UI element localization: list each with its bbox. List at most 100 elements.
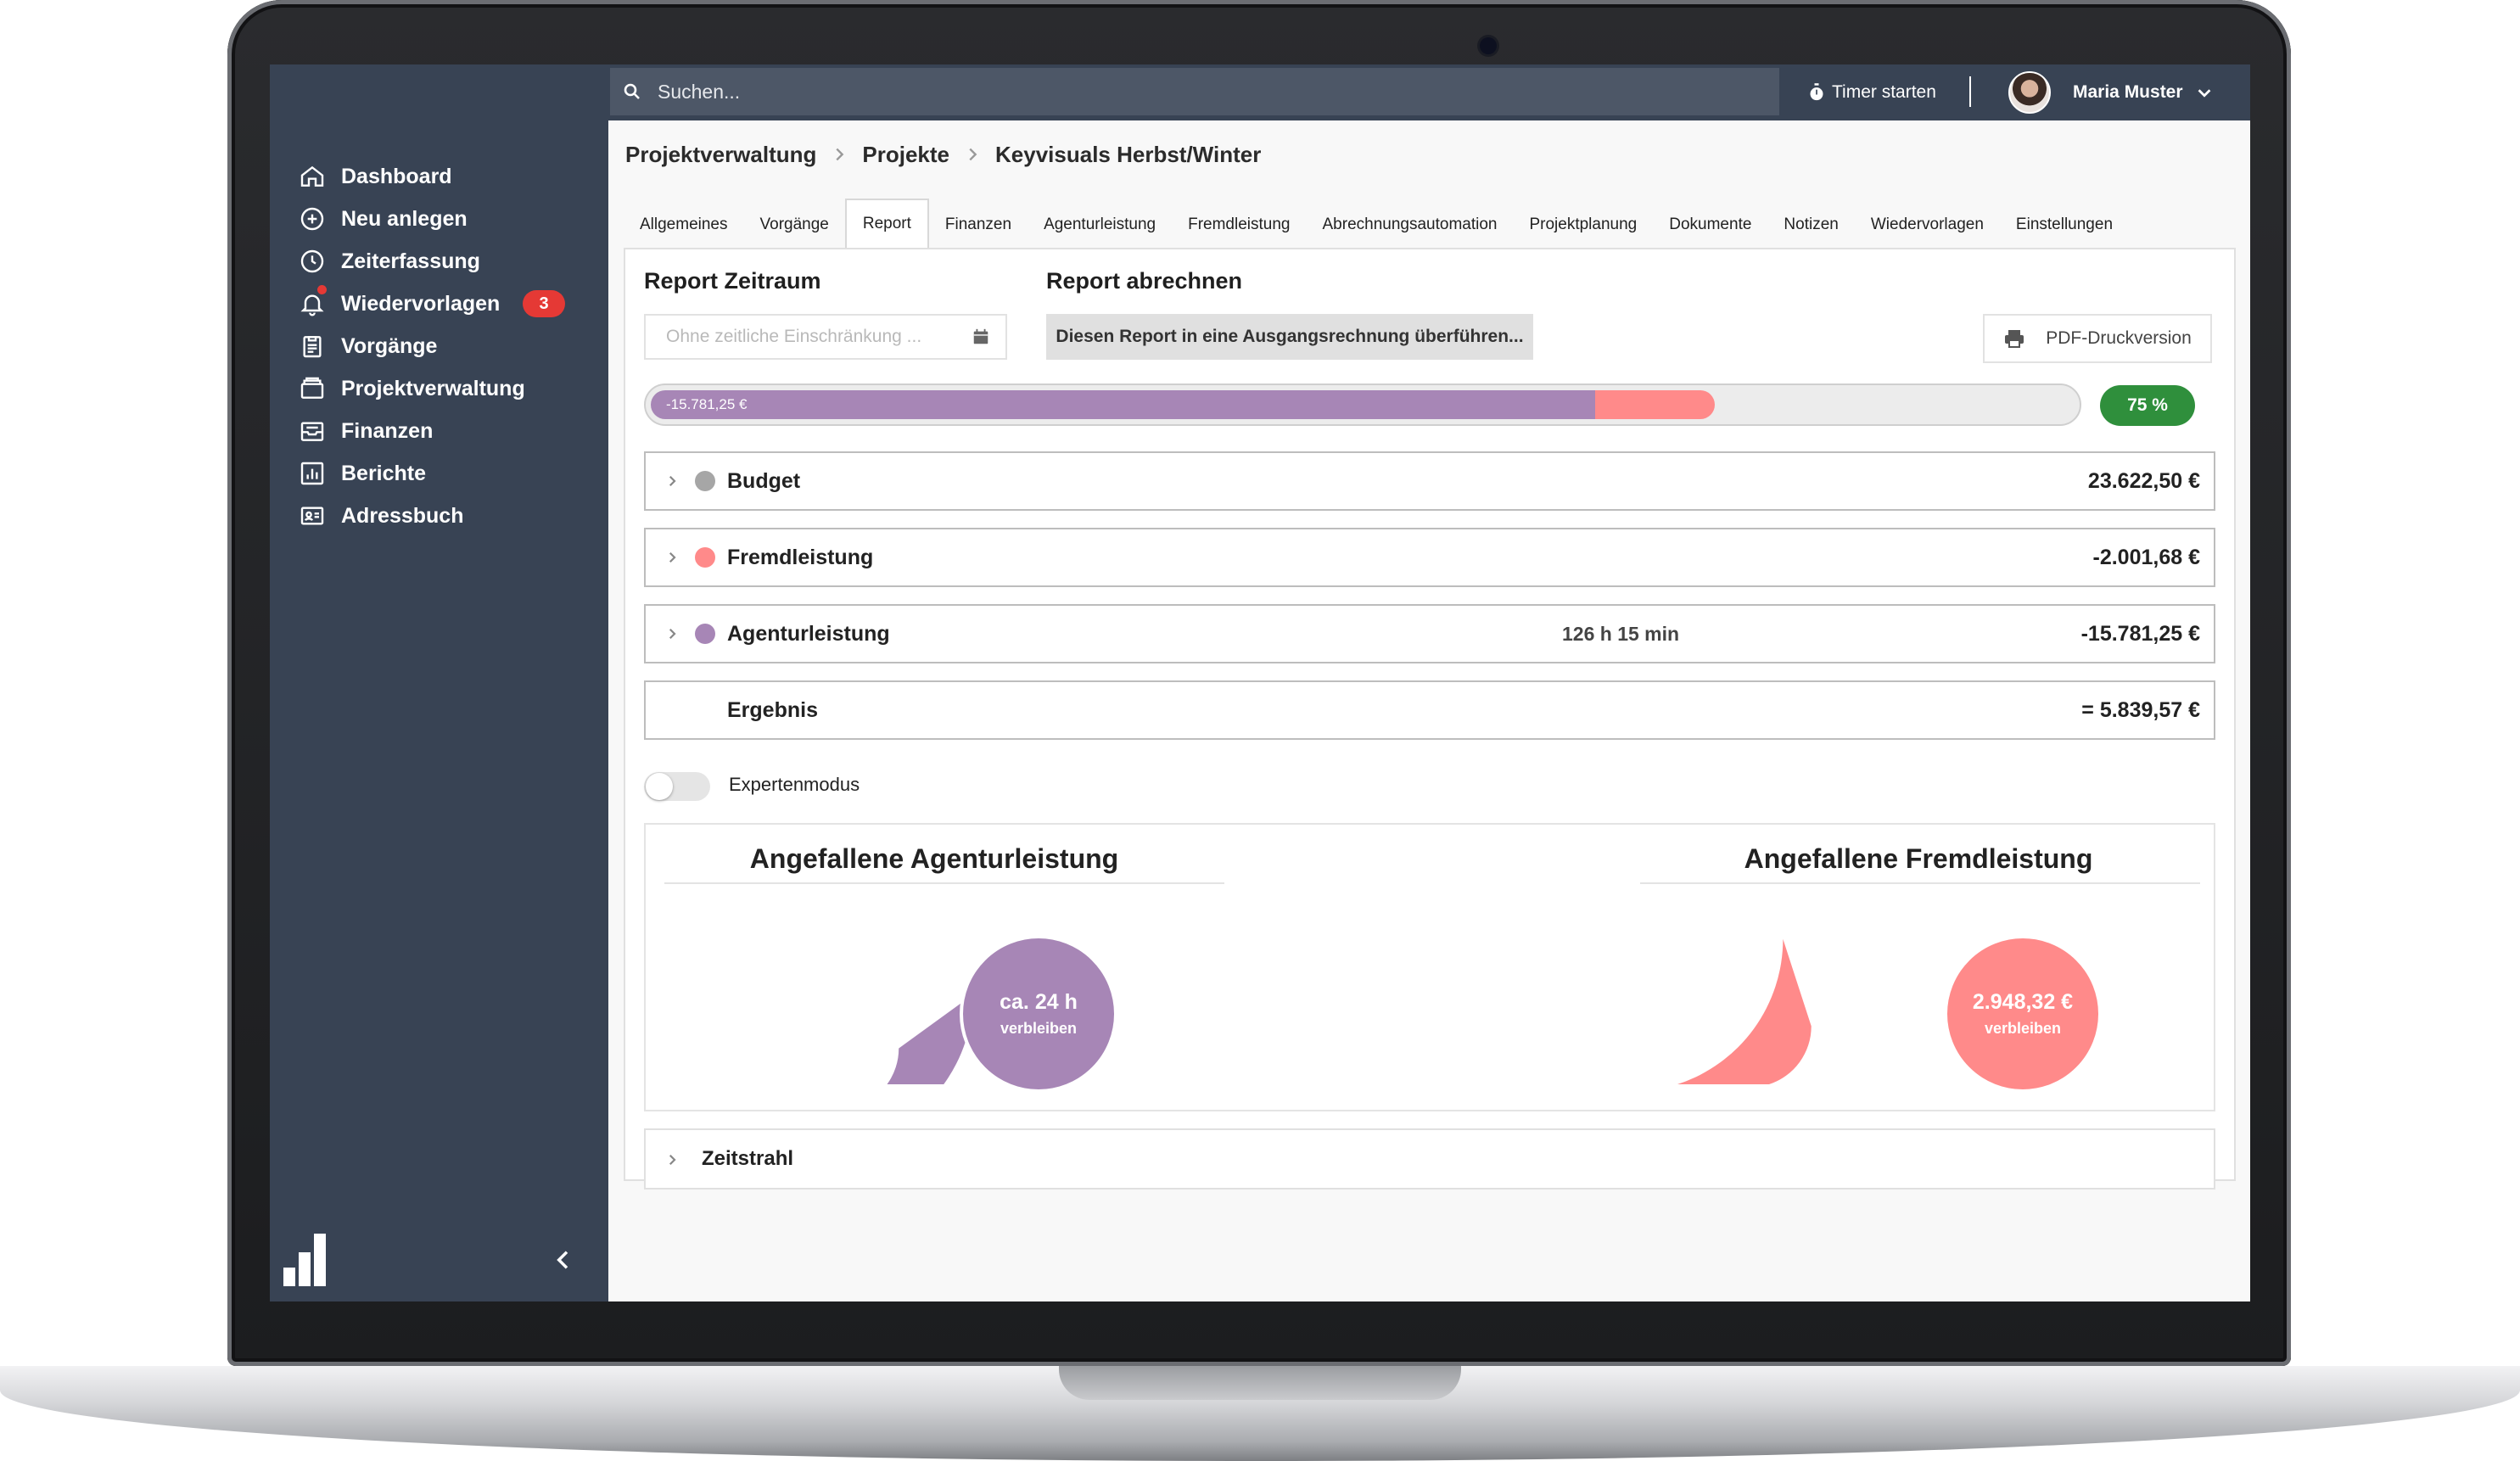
search-bar[interactable]	[610, 68, 1779, 115]
zeitstrahl-row[interactable]: Zeitstrahl	[644, 1128, 2215, 1190]
sidebar-item-label: Berichte	[341, 461, 427, 485]
chevron-right-icon[interactable]	[664, 473, 680, 489]
sidebar-item-label: Vorgänge	[341, 333, 438, 358]
breadcrumb-projektverwaltung[interactable]: Projektverwaltung	[625, 142, 816, 168]
app-logo	[283, 1234, 326, 1286]
agenturleistung-hours: 126 h 15 min	[1562, 622, 1680, 645]
agenturleistung-value: -15.781,25 €	[2080, 621, 2200, 646]
fremdleistung-label: Fremdleistung	[727, 545, 874, 569]
tab-fremdleistung[interactable]: Fremdleistung	[1172, 202, 1306, 248]
tab-agenturleistung[interactable]: Agenturleistung	[1028, 202, 1172, 248]
chevron-right-icon[interactable]	[664, 626, 680, 641]
sidebar-item-label: Wiedervorlagen	[341, 291, 501, 316]
chevron-right-icon[interactable]	[664, 550, 680, 565]
tab-wiedervorlagen[interactable]: Wiedervorlagen	[1855, 202, 2000, 248]
sidebar-item-zeiterfassung[interactable]: Zeiterfassung	[299, 241, 480, 282]
breadcrumb-projekte[interactable]: Projekte	[862, 142, 949, 168]
sidebar-item-finanzen[interactable]: Finanzen	[299, 411, 433, 451]
report-panel: Report Zeitraum Report abrechnen Diesen …	[624, 248, 2236, 1190]
tab-allgemeines[interactable]: Allgemeines	[624, 202, 744, 248]
expertenmodus-toggle[interactable]	[644, 772, 710, 801]
percent-badge: 75 %	[2100, 385, 2195, 426]
agentur-remaining-caption: verbleiben	[1000, 1020, 1078, 1037]
sidebar-item-label: Neu anlegen	[341, 206, 468, 231]
expertenmodus-label: Expertenmodus	[729, 774, 860, 795]
agenturleistung-row[interactable]: Agenturleistung 126 h 15 min -15.781,25 …	[644, 604, 2215, 663]
zeitstrahl-label: Zeitstrahl	[702, 1147, 794, 1170]
sidebar-item-dashboard[interactable]: Dashboard	[299, 156, 452, 197]
tab-dokumente[interactable]: Dokumente	[1653, 202, 1767, 248]
budget-progress-bar: -15.781,25 €	[644, 383, 2081, 426]
chevron-down-icon	[2198, 89, 2210, 98]
wiedervorlagen-count-badge: 3	[523, 290, 565, 317]
progress-agentur-segment	[651, 390, 1595, 419]
fremd-remaining-bubble: 2.948,32 € verbleiben	[1944, 935, 2102, 1093]
timer-start-button[interactable]: Timer starten	[1808, 64, 1936, 120]
sidebar-item-label: Dashboard	[341, 164, 452, 188]
ergebnis-row: Ergebnis = 5.839,57 €	[644, 680, 2215, 740]
contact-card-icon	[300, 507, 324, 525]
budget-value: 23.622,50 €	[2087, 468, 2200, 493]
topbar: Timer starten Maria Muster	[608, 64, 2250, 120]
sidebar-item-neu-anlegen[interactable]: Neu anlegen	[299, 199, 468, 239]
notification-dot	[317, 285, 327, 294]
budget-row[interactable]: Budget 23.622,50 €	[644, 451, 2215, 511]
chevron-right-icon[interactable]	[664, 1152, 680, 1167]
pdf-print-button[interactable]: PDF-Druckversion	[1983, 314, 2212, 363]
tab-projektplanung[interactable]: Projektplanung	[1513, 202, 1653, 248]
sidebar-item-wiedervorlagen[interactable]: Wiedervorlagen	[299, 283, 500, 324]
main-content: Projektverwaltung Projekte Keyvisuals He…	[608, 120, 2250, 1301]
topbar-divider	[1969, 76, 1971, 107]
sidebar-item-berichte[interactable]: Berichte	[299, 453, 426, 494]
clipboard-icon	[303, 336, 322, 358]
fremdleistung-row[interactable]: Fremdleistung -2.001,68 €	[644, 528, 2215, 587]
fremd-title-rule	[1640, 882, 2200, 884]
user-name: Maria Muster	[2073, 82, 2183, 102]
sidebar-item-projektverwaltung[interactable]: Projektverwaltung	[299, 368, 525, 409]
user-menu[interactable]: Maria Muster	[2008, 64, 2214, 120]
search-input[interactable]	[656, 79, 1677, 104]
sidebar-item-label: Adressbuch	[341, 503, 464, 528]
budget-color-dot	[695, 471, 715, 491]
chart-icon	[300, 462, 324, 485]
agentur-remaining-value: ca. 24 h	[1000, 990, 1078, 1014]
toggle-knob	[646, 773, 673, 800]
agentur-title-rule	[664, 882, 1224, 884]
sidebar-item-adressbuch[interactable]: Adressbuch	[299, 495, 463, 536]
inbox-icon	[300, 422, 324, 441]
sidebar-item-label: Zeiterfassung	[341, 249, 480, 273]
fremd-chart-title: Angefallene Fremdleistung	[1744, 843, 2093, 874]
progress-fremd-segment	[1595, 390, 1715, 419]
tab-einstellungen[interactable]: Einstellungen	[2000, 202, 2129, 248]
fremdleistung-color-dot	[695, 547, 715, 568]
plus-circle-icon	[300, 207, 324, 231]
camera-lens	[1480, 37, 1497, 54]
zeitraum-date-field[interactable]	[644, 314, 1007, 360]
collapse-sidebar-icon[interactable]	[550, 1246, 577, 1273]
tab-bar: Allgemeines Vorgänge Report Finanzen Age…	[624, 199, 2129, 248]
fremd-remaining-caption: verbleiben	[1984, 1020, 2062, 1037]
progress-label: -15.781,25 €	[666, 396, 748, 412]
convert-to-invoice-button[interactable]: Diesen Report in eine Ausgangsrechnung ü…	[1046, 314, 1533, 360]
fremd-gauge-used	[1677, 938, 1812, 1084]
pdf-print-label: PDF-Druckversion	[2046, 328, 2192, 348]
tab-report[interactable]: Report	[844, 199, 929, 248]
calendar-icon[interactable]	[972, 327, 990, 346]
report-abrechnen-heading: Report abrechnen	[1046, 268, 1243, 294]
agentur-gauge	[697, 994, 973, 1084]
sidebar-item-vorgaenge[interactable]: Vorgänge	[299, 326, 437, 367]
fremd-gauge	[1677, 938, 1812, 1084]
breadcrumb: Projektverwaltung Projekte Keyvisuals He…	[625, 137, 1261, 171]
agenturleistung-label: Agenturleistung	[727, 621, 890, 646]
tab-vorgaenge[interactable]: Vorgänge	[744, 202, 845, 248]
fremd-remaining-value: 2.948,32 €	[1972, 990, 2074, 1014]
zeitraum-input[interactable]	[664, 326, 956, 348]
timer-label: Timer starten	[1832, 82, 1936, 102]
chevron-right-icon	[969, 148, 977, 161]
sidebar-item-label: Finanzen	[341, 418, 434, 443]
tab-abrechnungsautomation[interactable]: Abrechnungsautomation	[1307, 202, 1514, 248]
tab-finanzen[interactable]: Finanzen	[929, 202, 1028, 248]
tab-notizen[interactable]: Notizen	[1767, 202, 1854, 248]
agenturleistung-color-dot	[695, 624, 715, 644]
charts-card: Angefallene Agenturleistung ca. 24 h ver…	[644, 823, 2215, 1111]
